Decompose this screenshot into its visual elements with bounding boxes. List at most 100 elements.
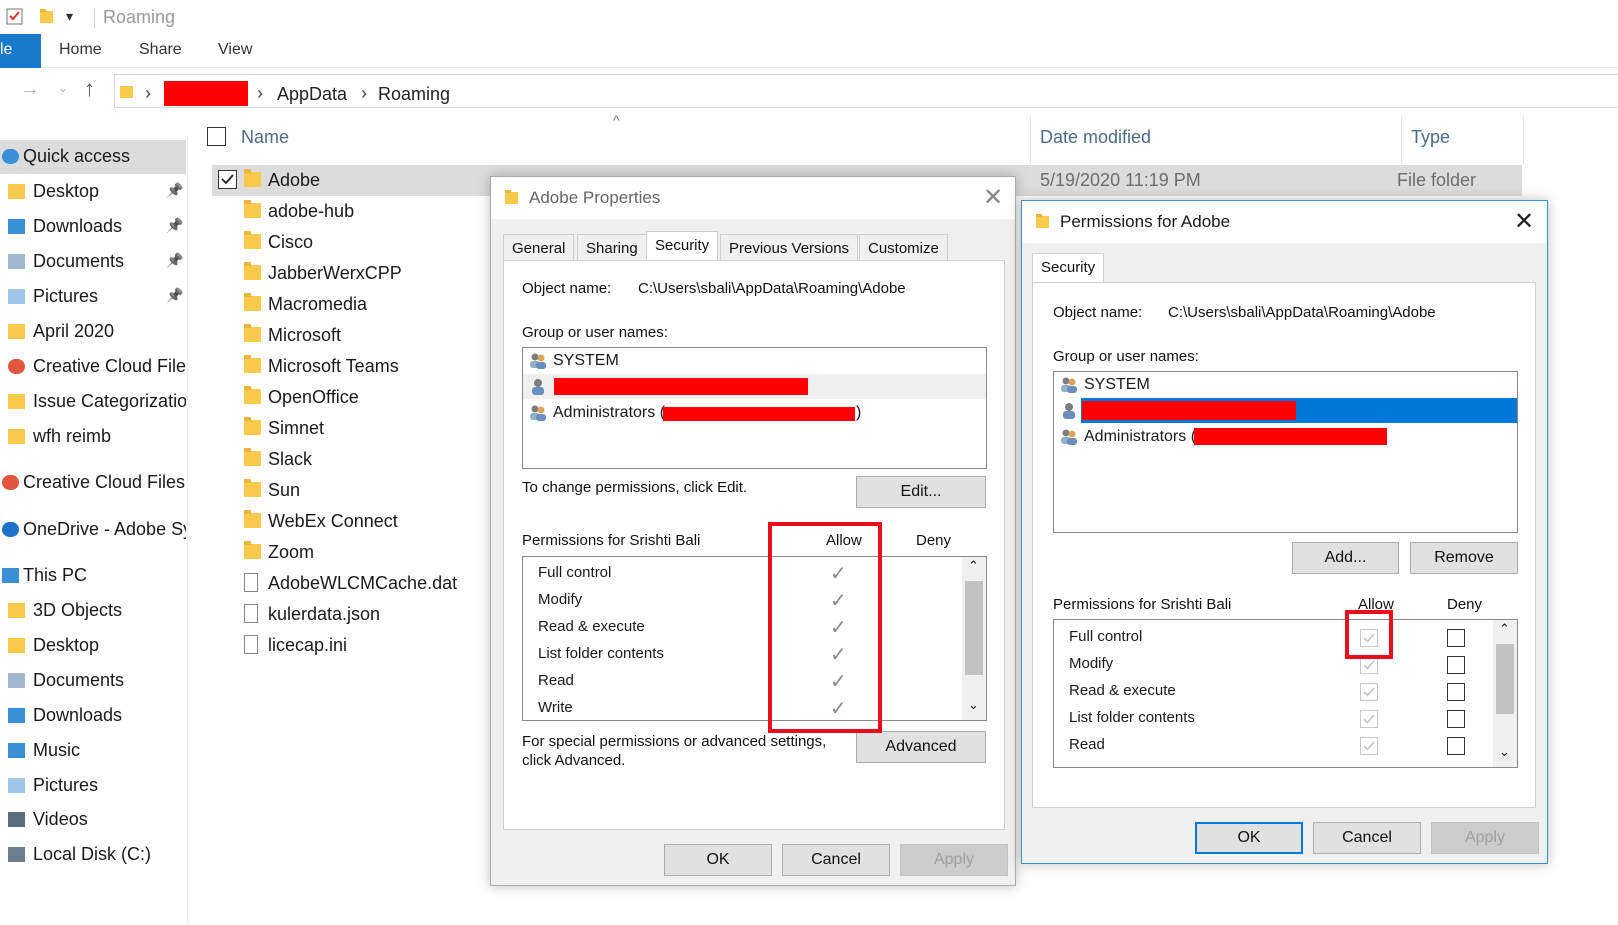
allow-checkbox[interactable] [1360, 737, 1378, 755]
allow-checkbox[interactable] [1360, 683, 1378, 701]
column-header-name[interactable]: Name [241, 127, 289, 148]
nav-item[interactable]: Music [0, 734, 186, 768]
file-name: adobe-hub [268, 201, 355, 221]
file-name: Microsoft Teams [268, 356, 399, 376]
deny-checkbox[interactable] [1447, 737, 1465, 755]
pin-icon[interactable]: 📌 [166, 217, 183, 234]
breadcrumb-appdata[interactable]: AppData [277, 84, 347, 105]
close-icon[interactable]: ✕ [983, 183, 1003, 212]
user-row-administrators[interactable]: Administrators ( ) [523, 400, 986, 425]
nav-item[interactable]: Pictures [0, 769, 186, 803]
address-input[interactable]: › › AppData › Roaming [114, 74, 1618, 108]
user-icon [532, 379, 544, 395]
deny-checkbox[interactable] [1447, 710, 1465, 728]
close-icon[interactable]: ✕ [1514, 207, 1534, 236]
edit-button[interactable]: Edit... [856, 476, 986, 508]
tab-security[interactable]: Security [1032, 253, 1105, 283]
deny-checkbox[interactable] [1447, 629, 1465, 647]
nav-item[interactable]: Documents [0, 664, 186, 698]
deny-checkbox[interactable] [1447, 656, 1465, 674]
allow-checkbox[interactable] [1360, 710, 1378, 728]
user-row-administrators[interactable]: Administrators ( [1054, 424, 1517, 449]
row-checkbox[interactable] [218, 170, 237, 189]
advanced-button[interactable]: Advanced [856, 731, 986, 763]
nav-item[interactable]: Documents 📌 [0, 245, 186, 279]
nav-item[interactable]: Downloads [0, 699, 186, 733]
nav-item[interactable]: Local Disk (C:) [0, 838, 186, 872]
quick-access-dropdown-icon[interactable]: ▾ [66, 8, 73, 25]
breadcrumb-chevron-icon[interactable]: › [361, 83, 367, 104]
cancel-button[interactable]: Cancel [782, 844, 890, 876]
scrollbar-thumb[interactable] [1496, 644, 1514, 714]
nav-item[interactable]: Quick access [0, 140, 186, 174]
user-list[interactable]: SYSTEM Administrators ( [1053, 371, 1518, 533]
tab-security[interactable]: Security [646, 231, 719, 261]
ribbon-tab-home[interactable]: Home [59, 41, 102, 59]
tab-customize[interactable]: Customize [859, 234, 948, 261]
forward-arrow-icon[interactable]: → [20, 78, 40, 101]
nav-item[interactable]: Desktop 📌 [0, 175, 186, 209]
nav-item[interactable]: Downloads 📌 [0, 210, 186, 244]
column-header-date-modified[interactable]: Date modified [1040, 127, 1151, 148]
user-row-srishti-selected[interactable] [1054, 398, 1517, 423]
ok-button[interactable]: OK [664, 844, 772, 876]
column-divider[interactable] [1030, 116, 1031, 164]
pin-icon[interactable]: 📌 [166, 182, 183, 199]
remove-button[interactable]: Remove [1410, 542, 1518, 574]
column-header-type[interactable]: Type [1411, 127, 1450, 148]
pin-icon[interactable]: 📌 [166, 287, 183, 304]
permissions-scrollbar[interactable]: ⌃ ⌄ [962, 557, 986, 720]
nav-item[interactable]: This PC [0, 559, 186, 593]
videos-folder-icon [8, 812, 25, 827]
scroll-down-icon[interactable]: ⌄ [968, 697, 979, 713]
deny-column-header: Deny [916, 532, 952, 549]
nav-item[interactable]: wfh reimb [0, 420, 186, 454]
scroll-down-icon[interactable]: ⌄ [1499, 744, 1510, 760]
cancel-button[interactable]: Cancel [1313, 822, 1421, 854]
breadcrumb-roaming[interactable]: Roaming [378, 84, 450, 105]
new-folder-quick-icon[interactable] [38, 7, 56, 25]
scrollbar-thumb[interactable] [965, 581, 983, 675]
select-all-checkbox[interactable] [207, 127, 226, 146]
properties-quick-icon[interactable] [6, 7, 24, 25]
nav-item[interactable]: 3D Objects [0, 594, 186, 628]
folder-icon [244, 231, 261, 249]
column-divider[interactable] [1523, 116, 1524, 164]
nav-item[interactable]: Creative Cloud Files [0, 350, 186, 384]
permissions-scrollbar[interactable]: ⌃ ⌄ [1493, 620, 1517, 767]
nav-item[interactable]: Creative Cloud Files [0, 466, 186, 500]
recent-locations-icon[interactable]: ⌄ [58, 81, 68, 95]
tab-previous-versions[interactable]: Previous Versions [720, 234, 859, 261]
tab-general[interactable]: General [503, 234, 575, 261]
ok-button[interactable]: OK [1195, 822, 1303, 854]
up-arrow-icon[interactable]: ↑ [84, 76, 95, 102]
user-row-system[interactable]: SYSTEM [1054, 372, 1517, 397]
ribbon-tab-share[interactable]: Share [139, 41, 182, 59]
breadcrumb-chevron-icon[interactable]: › [145, 83, 151, 104]
nav-item-label: wfh reimb [33, 426, 112, 446]
nav-item[interactable]: Videos [0, 803, 186, 837]
adobe-properties-dialog: Adobe Properties ✕ General Sharing Secur… [490, 176, 1016, 886]
scroll-up-icon[interactable]: ⌃ [968, 558, 979, 574]
add-button[interactable]: Add... [1292, 542, 1399, 574]
ribbon-tab-view[interactable]: View [218, 41, 252, 59]
redacted-user-segment[interactable] [164, 81, 248, 106]
deny-checkbox[interactable] [1447, 683, 1465, 701]
user-row-srishti[interactable] [523, 374, 986, 399]
apply-button[interactable]: Apply [1431, 822, 1539, 854]
pin-icon[interactable]: 📌 [166, 252, 183, 269]
ribbon-tab-file[interactable]: le [0, 34, 41, 68]
tab-sharing[interactable]: Sharing [577, 234, 647, 261]
nav-item[interactable]: Pictures 📌 [0, 280, 186, 314]
user-list[interactable]: SYSTEM Administrators ( ) [522, 347, 987, 469]
nav-item[interactable]: April 2020 [0, 315, 186, 349]
breadcrumb-chevron-icon[interactable]: › [257, 83, 263, 104]
user-row-system[interactable]: SYSTEM [523, 348, 986, 373]
column-divider[interactable] [1401, 116, 1402, 164]
apply-button[interactable]: Apply [900, 844, 1008, 876]
permission-label: Read [538, 672, 574, 689]
scroll-up-icon[interactable]: ⌃ [1499, 621, 1510, 637]
nav-item[interactable]: Desktop [0, 629, 186, 663]
nav-item[interactable]: Issue Categorizatior [0, 385, 186, 419]
nav-item[interactable]: OneDrive - Adobe Sy [0, 513, 186, 547]
